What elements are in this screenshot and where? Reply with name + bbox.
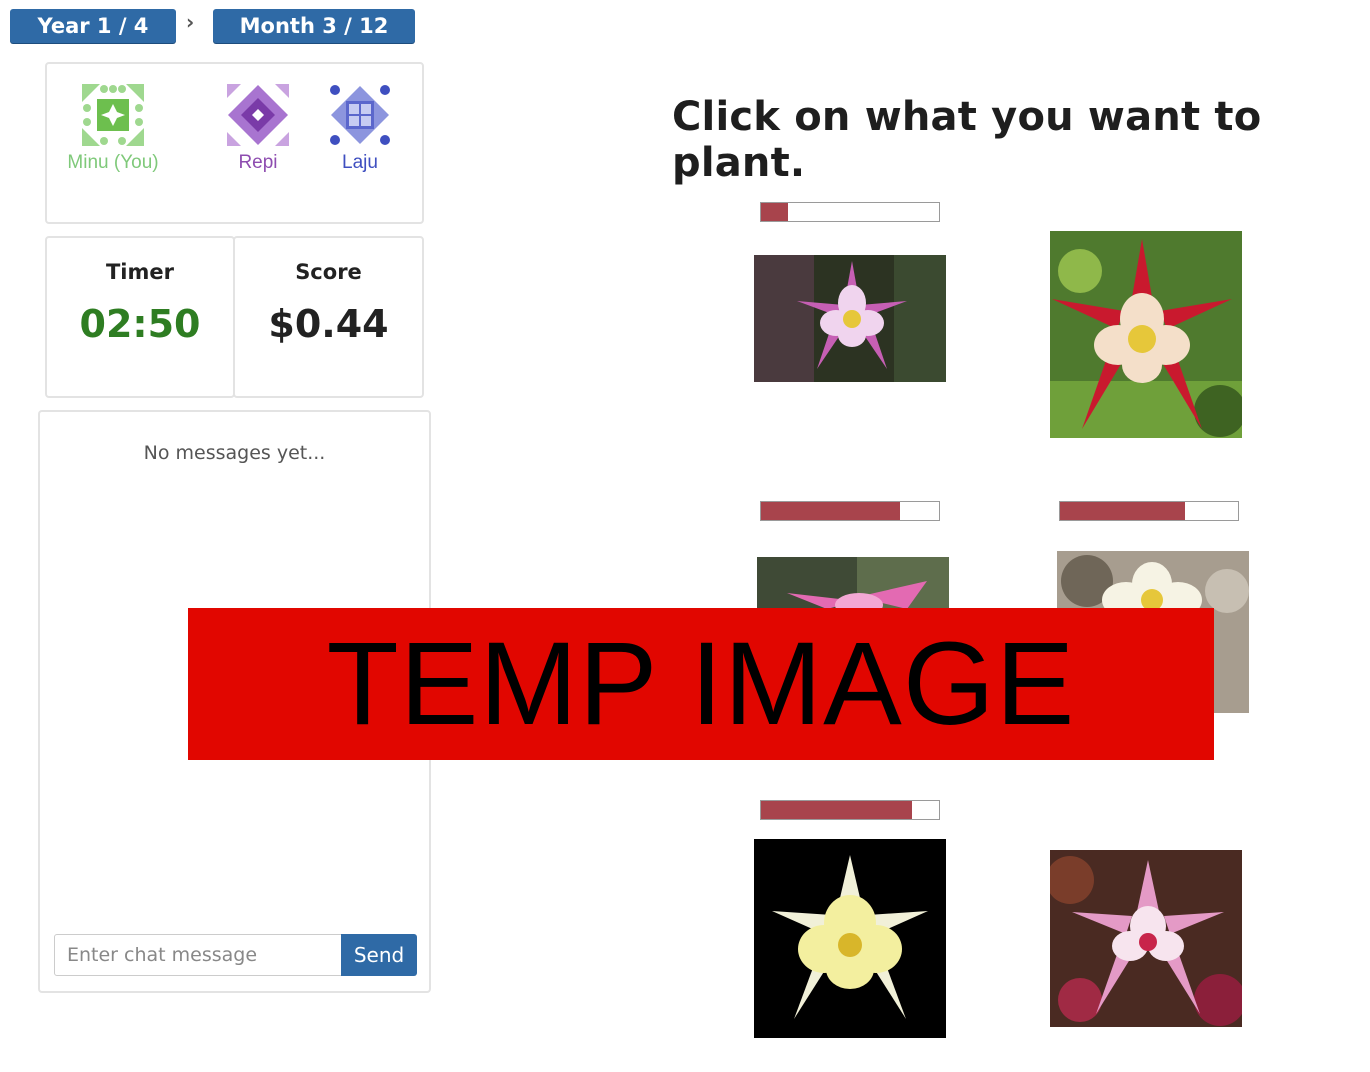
pink-double-columbine-image: [1050, 850, 1242, 1027]
player-name-laju: Laju: [342, 152, 378, 173]
chat-message-input[interactable]: [54, 934, 342, 976]
page-title: Click on what you want to plant.: [672, 94, 1262, 186]
month-badge: Month 3 / 12: [213, 9, 415, 43]
temp-image-banner: TEMP IMAGE: [188, 608, 1214, 760]
growth-progress-fill: [761, 203, 788, 221]
blue-quilt-icon: [329, 84, 391, 146]
growth-progress-fill: [1060, 502, 1185, 520]
green-quilt-icon: [82, 84, 144, 146]
plant-option-red-columbine[interactable]: [1050, 231, 1242, 438]
purple-quilt-icon: [227, 84, 289, 146]
players-panel: Minu (You) Repi Laju: [45, 62, 424, 224]
player-name-minu: Minu (You): [67, 152, 159, 173]
plant-option-yellow-columbine[interactable]: [754, 839, 946, 1038]
red-columbine-image: [1050, 231, 1242, 438]
plant-option-pink-double-columbine[interactable]: [1050, 850, 1242, 1027]
timer-value: 02:50: [79, 302, 201, 346]
growth-progress-fill: [761, 502, 900, 520]
timer-panel: Timer 02:50: [45, 236, 235, 398]
player-minu: Minu (You): [58, 84, 168, 174]
score-value: $0.44: [268, 302, 389, 346]
timer-label: Timer: [105, 260, 174, 284]
breadcrumb-chevron-icon: ›: [186, 10, 195, 34]
player-laju: Laju: [305, 84, 415, 174]
growth-progress-bar: [760, 800, 940, 820]
score-label: Score: [295, 260, 362, 284]
score-panel: Score $0.44: [233, 236, 424, 398]
growth-progress-bar: [760, 202, 940, 222]
growth-progress-bar: [1059, 501, 1239, 521]
growth-progress-bar: [760, 501, 940, 521]
chat-empty-text: No messages yet...: [143, 442, 326, 464]
yellow-columbine-image: [754, 839, 946, 1038]
year-badge: Year 1 / 4: [10, 9, 176, 43]
temp-image-text: TEMP IMAGE: [326, 618, 1076, 750]
player-name-repi: Repi: [238, 152, 278, 173]
player-repi: Repi: [203, 84, 313, 174]
plant-option-pink-columbine[interactable]: [754, 255, 946, 382]
growth-progress-fill: [761, 801, 913, 819]
pink-columbine-image: [754, 255, 946, 382]
send-button[interactable]: Send: [341, 934, 417, 976]
